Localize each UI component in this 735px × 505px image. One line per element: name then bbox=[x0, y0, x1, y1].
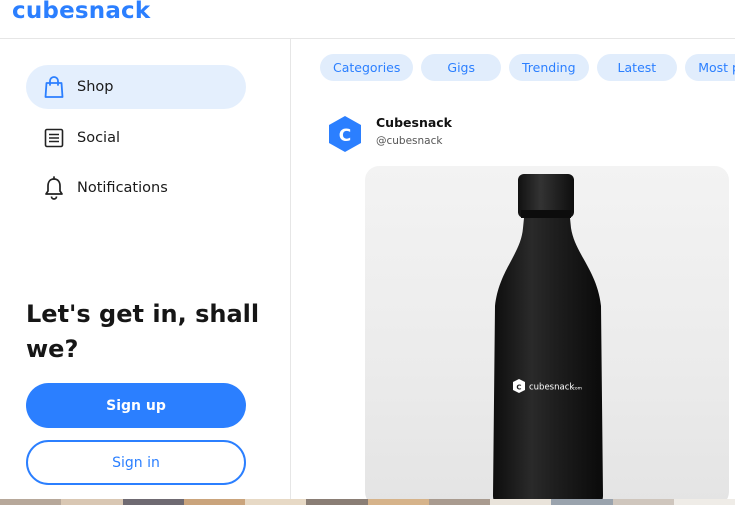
sidebar: Shop Social Notifications Let's get in, … bbox=[0, 39, 291, 499]
sign-in-button[interactable]: Sign in bbox=[26, 440, 246, 485]
document-list-icon bbox=[41, 125, 67, 151]
bottle-logo-letter: C bbox=[516, 384, 521, 392]
chip-most-popular[interactable]: Most pop bbox=[685, 54, 735, 81]
chip-trending[interactable]: Trending bbox=[509, 54, 589, 81]
chip-gigs[interactable]: Gigs bbox=[421, 54, 501, 81]
sidebar-item-label: Social bbox=[77, 130, 120, 146]
sidebar-item-shop[interactable]: Shop bbox=[26, 65, 246, 109]
chip-latest[interactable]: Latest bbox=[596, 54, 678, 81]
sidebar-item-social[interactable]: Social bbox=[26, 116, 246, 160]
bottle-logo-suffix: .com bbox=[571, 387, 582, 392]
sidebar-item-label: Shop bbox=[77, 79, 114, 95]
chip-categories[interactable]: Categories bbox=[320, 54, 414, 81]
post-author-name[interactable]: Cubesnack bbox=[376, 115, 452, 130]
sign-up-button[interactable]: Sign up bbox=[26, 383, 246, 428]
author-avatar[interactable]: C bbox=[327, 115, 363, 153]
avatar-letter: C bbox=[339, 126, 351, 146]
bottom-photo-strip bbox=[0, 499, 735, 505]
bell-icon bbox=[41, 175, 67, 201]
signin-prompt-heading: Let's get in, shall we? bbox=[26, 300, 260, 363]
bottle-logo-text: cubesnack bbox=[529, 383, 574, 393]
shopping-bag-icon bbox=[41, 74, 67, 100]
sidebar-item-notifications[interactable]: Notifications bbox=[26, 166, 246, 210]
brand-logo[interactable]: cubesnack bbox=[12, 0, 150, 24]
post-product-image[interactable]: C cubesnack .com bbox=[365, 166, 729, 505]
post-author-handle[interactable]: @cubesnack bbox=[376, 135, 442, 147]
category-chip-bar: Categories Gigs Trending Latest Most pop bbox=[320, 54, 735, 81]
sidebar-item-label: Notifications bbox=[77, 180, 168, 196]
bottle-illustration: C cubesnack .com bbox=[493, 174, 603, 505]
top-bar: cubesnack bbox=[0, 0, 735, 39]
